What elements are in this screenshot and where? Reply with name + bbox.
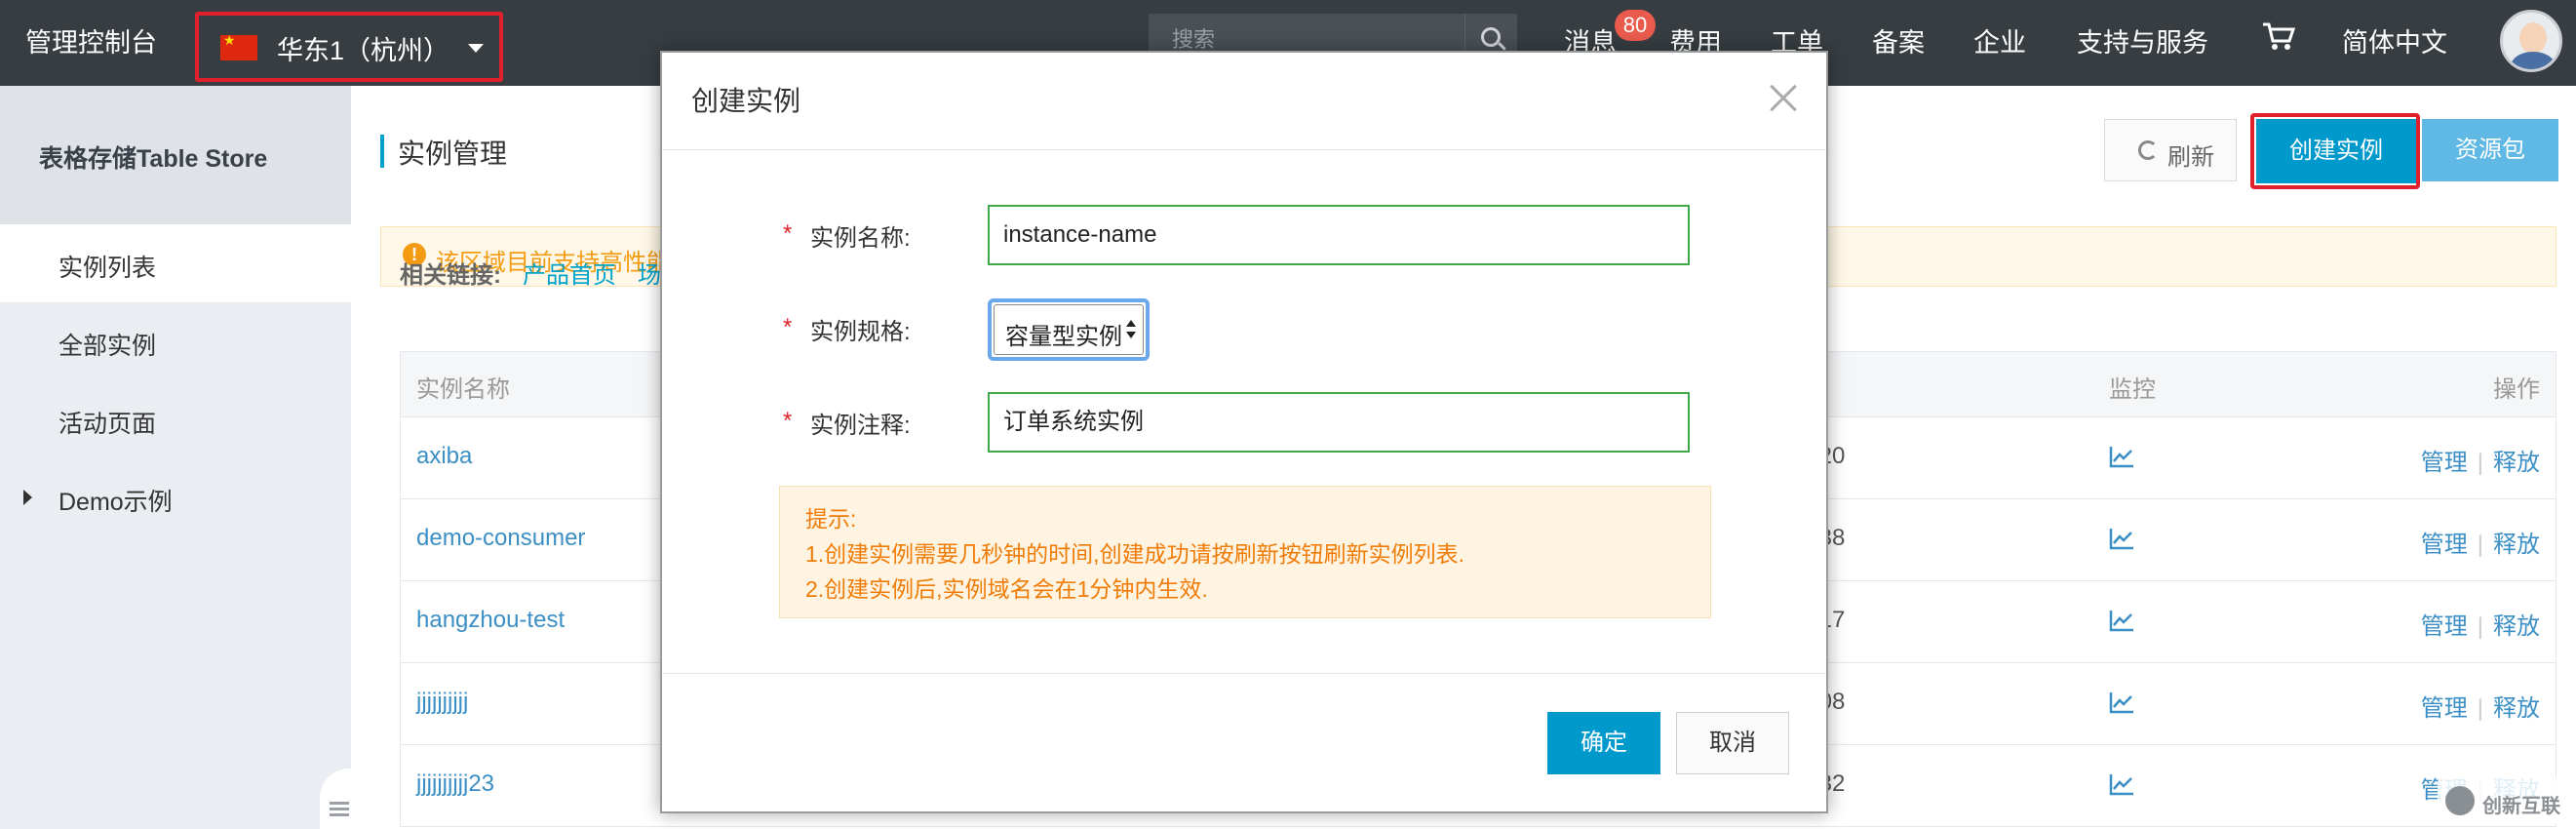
instance-name-link[interactable]: jjjjjjjjjj — [416, 689, 468, 716]
china-flag-icon — [220, 32, 257, 60]
instance-spec-value: 容量型实例 — [1005, 324, 1122, 350]
instance-spec-select[interactable]: 容量型实例 — [988, 298, 1150, 361]
release-link[interactable]: 释放 — [2493, 532, 2540, 558]
column-header-actions: 操作 — [2493, 376, 2540, 403]
release-link[interactable]: 释放 — [2493, 695, 2540, 722]
instance-name-link[interactable]: demo-consumer — [416, 525, 585, 552]
manage-link[interactable]: 管理 — [2421, 450, 2468, 476]
sidebar-item-label: 实例列表 — [59, 255, 157, 282]
row-actions: 管理|释放 — [2420, 695, 2540, 722]
row-actions: 管理|释放 — [2420, 613, 2540, 640]
sidebar-item-label: 全部实例 — [59, 333, 157, 360]
column-header-monitor: 监控 — [2109, 376, 2156, 403]
dialog-header: 创建实例 — [662, 53, 1826, 150]
nav-support[interactable]: 支持与服务 — [2077, 21, 2208, 59]
release-link[interactable]: 释放 — [2493, 450, 2540, 476]
user-avatar[interactable] — [2500, 10, 2562, 72]
release-link[interactable]: 释放 — [2493, 613, 2540, 640]
monitor-chart-icon[interactable] — [2109, 691, 2134, 714]
required-marker: * — [783, 220, 793, 247]
tip-box: 提示: 1.创建实例需要几秒钟的时间,创建成功请按刷新按钮刷新实例列表. 2.创… — [779, 486, 1711, 618]
watermark-logo: 创新互联 — [2438, 778, 2576, 823]
monitor-chart-icon[interactable] — [2109, 527, 2134, 550]
row-actions: 管理|释放 — [2420, 450, 2540, 476]
instance-name-link[interactable]: hangzhou-test — [416, 607, 565, 634]
tip-title: 提示: — [805, 506, 857, 532]
manage-link[interactable]: 管理 — [2421, 695, 2468, 722]
stepper-down-icon — [1126, 332, 1136, 338]
tip-line-2: 2.创建实例后,实例域名会在1分钟内生效. — [805, 576, 1208, 602]
watermark-text: 创新互联 — [2482, 796, 2560, 817]
sidebar-product-header: 表格存储Table Store — [0, 86, 351, 224]
refresh-button[interactable]: 刷新 — [2104, 119, 2237, 181]
monitor-chart-icon[interactable] — [2109, 772, 2134, 796]
create-instance-dialog: 创建实例 * 实例名称: instance-name * 实例规格: 容量型实例… — [660, 51, 1828, 813]
sidebar-item-instance-list[interactable]: 实例列表 — [0, 224, 351, 302]
cancel-button[interactable]: 取消 — [1676, 712, 1789, 774]
instance-name-link[interactable]: jjjjjjjjjj23 — [416, 770, 494, 798]
related-link-product-home[interactable]: 产品首页 — [523, 256, 616, 290]
monitor-chart-icon[interactable] — [2109, 609, 2134, 632]
instance-comment-input[interactable]: 订单系统实例 — [988, 392, 1690, 453]
stepper-up-icon — [1126, 320, 1136, 327]
sidebar-item-label: Demo示例 — [59, 489, 173, 516]
title-accent-bar — [380, 135, 384, 168]
console-title[interactable]: 管理控制台 — [25, 21, 157, 59]
product-title: 表格存储Table Store — [39, 145, 268, 173]
column-header-name: 实例名称 — [416, 376, 510, 403]
nav-filing[interactable]: 备案 — [1872, 21, 1925, 59]
cart-icon[interactable] — [2262, 21, 2295, 51]
nav-enterprise[interactable]: 企业 — [1973, 21, 2026, 59]
required-marker: * — [783, 408, 793, 434]
related-label: 相关链接: — [400, 262, 501, 289]
related-link-scenario[interactable]: 场 — [638, 256, 661, 290]
sidebar-item-label: 活动页面 — [59, 411, 157, 438]
dialog-footer-divider — [662, 673, 1826, 674]
caret-down-icon — [468, 44, 484, 53]
caret-right-icon — [23, 490, 32, 505]
messages-badge: 80 — [1615, 10, 1656, 41]
region-label: 华东1（杭州） — [277, 36, 450, 65]
instance-name-link[interactable]: axiba — [416, 443, 472, 470]
dialog-title: 创建实例 — [691, 86, 801, 116]
monitor-chart-icon[interactable] — [2109, 445, 2134, 468]
required-marker: * — [783, 314, 793, 340]
page-title: 实例管理 — [398, 138, 508, 169]
region-selector[interactable]: 华东1（杭州） — [195, 12, 503, 82]
nav-language[interactable]: 简体中文 — [2342, 21, 2447, 59]
row-actions: 管理|释放 — [2420, 532, 2540, 558]
watermark-icon — [2445, 786, 2475, 815]
tip-line-1: 1.创建实例需要几秒钟的时间,创建成功请按刷新按钮刷新实例列表. — [805, 541, 1464, 567]
refresh-icon — [2138, 140, 2158, 160]
manage-link[interactable]: 管理 — [2421, 532, 2468, 558]
sidebar-item-activity[interactable]: 活动页面 — [0, 380, 351, 458]
resource-pack-button[interactable]: 资源包 — [2422, 119, 2558, 181]
manage-link[interactable]: 管理 — [2421, 613, 2468, 640]
sidebar: 表格存储Table Store 实例列表 全部实例 活动页面 Demo示例 — [0, 86, 351, 829]
confirm-button[interactable]: 确定 — [1547, 712, 1660, 774]
instance-name-input[interactable]: instance-name — [988, 205, 1690, 265]
sidebar-item-demo[interactable]: Demo示例 — [0, 458, 351, 536]
menu-icon — [330, 802, 349, 805]
sidebar-item-all-instances[interactable]: 全部实例 — [0, 302, 351, 380]
close-icon[interactable] — [1766, 78, 1805, 117]
create-instance-button[interactable]: 创建实例 — [2256, 119, 2416, 183]
